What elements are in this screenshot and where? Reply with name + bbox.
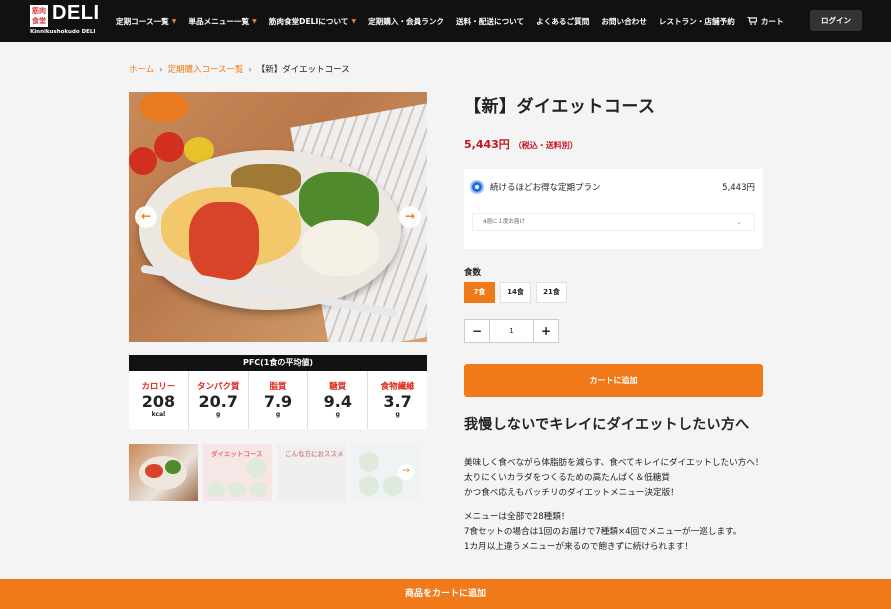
tax-note: （税込・送料別） [513,141,578,150]
image-pepper [139,92,189,122]
pfc-carbs: 糖質 9.4 g [308,371,369,429]
thumb-food [249,482,267,497]
login-button[interactable]: ログイン [810,10,862,31]
meal-count-label: 食数 [464,268,482,278]
thumb-food [383,476,403,496]
plus-button[interactable]: + [534,320,558,342]
breadcrumb-home[interactable]: ホーム [129,63,154,75]
thumb-food [247,458,267,478]
nav-item-faq[interactable]: よくあるご質問 [536,16,589,27]
thumb-food [359,452,379,472]
meal-count-7[interactable]: 7食 [464,282,495,303]
thumb-sauce [145,464,163,478]
delivery-interval-select[interactable]: 4週に１度お届け ⌄ [472,213,755,231]
description-heading: 我慢しないでキレイにダイエットしたい方へ [464,417,750,433]
nav-item-subscription[interactable]: 定期購入・会員ランク [368,16,444,27]
chevron-down-icon: ⌄ [736,218,742,226]
breadcrumb-separator: › [159,64,163,74]
nav-item-courses[interactable]: 定期コース一覧 ▼ [116,16,176,27]
thumbnail-2[interactable]: ダイエットコース [203,444,272,501]
product-title: 【新】ダイエットコース [464,97,656,117]
pfc-table: カロリー 208 kcal タンパク質 20.7 g 脂質 7.9 g 糖質 9… [129,371,427,429]
meal-count-options: 7食 14食 21食 [464,282,567,303]
minus-button[interactable]: − [465,320,489,342]
logo-subtitle: Kinnikushokudo DELI [30,29,96,35]
nav-item-about[interactable]: 筋肉食堂DELIについて ▼ [269,16,356,27]
quantity-stepper: − 1 + [464,319,559,343]
cart-icon [746,17,757,25]
product-main-image: ← → [129,92,427,342]
nav-item-contact[interactable]: お問い合わせ [601,16,647,27]
pfc-protein: タンパク質 20.7 g [189,371,249,429]
nav-item-restaurant[interactable]: レストラン・店舗予約 [659,16,735,27]
sticky-add-to-cart-button[interactable]: 商品をカートに追加 [0,579,891,609]
description-line: 7食セットの場合は1回のお届けで7種類×4回でメニューが一巡します。 [464,527,742,537]
gallery-prev-button[interactable]: ← [135,206,157,228]
breadcrumb-current: 【新】ダイエットコース [256,65,350,75]
image-tomato [154,132,184,162]
pfc-calorie: カロリー 208 kcal [129,371,189,429]
description-line: 1カ月以上違うメニューが来るので飽きずに続けられます！ [464,542,693,552]
chevron-down-icon: ▼ [171,17,177,25]
plan-price: 5,443円 [722,183,755,193]
quantity-input[interactable]: 1 [489,320,534,342]
thumbnail-4[interactable]: → [351,444,420,501]
description-body: 美味しく食べながら体脂肪を減らす、食べてキレイにダイエットしたい方へ！ 太りにく… [464,456,764,564]
thumb-food [207,482,225,497]
thumbnail-next-button[interactable]: → [398,464,414,480]
gallery-next-button[interactable]: → [399,206,421,228]
main-nav: 定期コース一覧 ▼ 単品メニュー一覧 ▼ 筋肉食堂DELIについて ▼ 定期購入・会員… [116,0,796,42]
plan-radio[interactable] [470,180,484,194]
nav-item-cart[interactable]: カート [746,16,784,27]
thumb-food [228,482,246,497]
thumbnail-1[interactable] [129,444,198,501]
pfc-fat: 脂質 7.9 g [249,371,309,429]
meal-count-21[interactable]: 21食 [536,282,567,303]
logo-text: DELI [52,2,100,24]
breadcrumb-separator: › [248,64,252,74]
add-to-cart-button[interactable]: カートに追加 [464,364,763,397]
description-line: 美味しく食べながら体脂肪を減らす、食べてキレイにダイエットしたい方へ！ [464,458,764,468]
breadcrumb-courses[interactable]: 定期購入コース一覧 [167,63,243,75]
image-tomato [129,147,157,175]
thumb-broccoli [165,460,181,474]
meal-count-14[interactable]: 14食 [500,282,531,303]
pfc-title: PFC(1食の平均値) [129,355,427,371]
site-header: 筋肉 食堂 DELI Kinnikushokudo DELI 定期コース一覧 ▼ 単… [0,0,891,42]
plan-label: 続けるほどお得な定期プラン [490,183,601,193]
breadcrumb: ホーム › 定期購入コース一覧 › 【新】ダイエットコース [129,63,350,76]
plan-option[interactable]: 続けるほどお得な定期プラン 5,443円 4週に１度お届け ⌄ [464,169,763,249]
thumb-food [359,476,379,496]
image-mash [301,220,379,276]
nav-item-shipping[interactable]: 送料・配送について [456,16,524,27]
site-logo[interactable]: 筋肉 食堂 DELI Kinnikushokudo DELI [30,2,110,37]
product-price: 5,443円 （税込・送料別） [464,138,578,151]
chevron-down-icon: ▼ [351,17,357,25]
chevron-down-icon: ▼ [252,17,257,25]
thumbnail-strip: ダイエットコース こんな方におススメ → [129,444,421,501]
image-sauce [189,202,259,280]
logo-mark: 筋肉 食堂 [30,5,48,27]
pfc-fiber: 食物繊維 3.7 g [380,382,415,418]
description-line: かつ食べ応えもバッチリのダイエットメニュー決定版！ [464,488,679,498]
thumbnail-3[interactable]: こんな方におススメ [277,444,346,501]
nav-item-single-menu[interactable]: 単品メニュー一覧 ▼ [188,16,256,27]
description-line: メニューは全部で28種類！ [464,512,570,522]
description-line: 太りにくいカラダをつくるための高たんぱく＆低糖質 [464,473,670,483]
